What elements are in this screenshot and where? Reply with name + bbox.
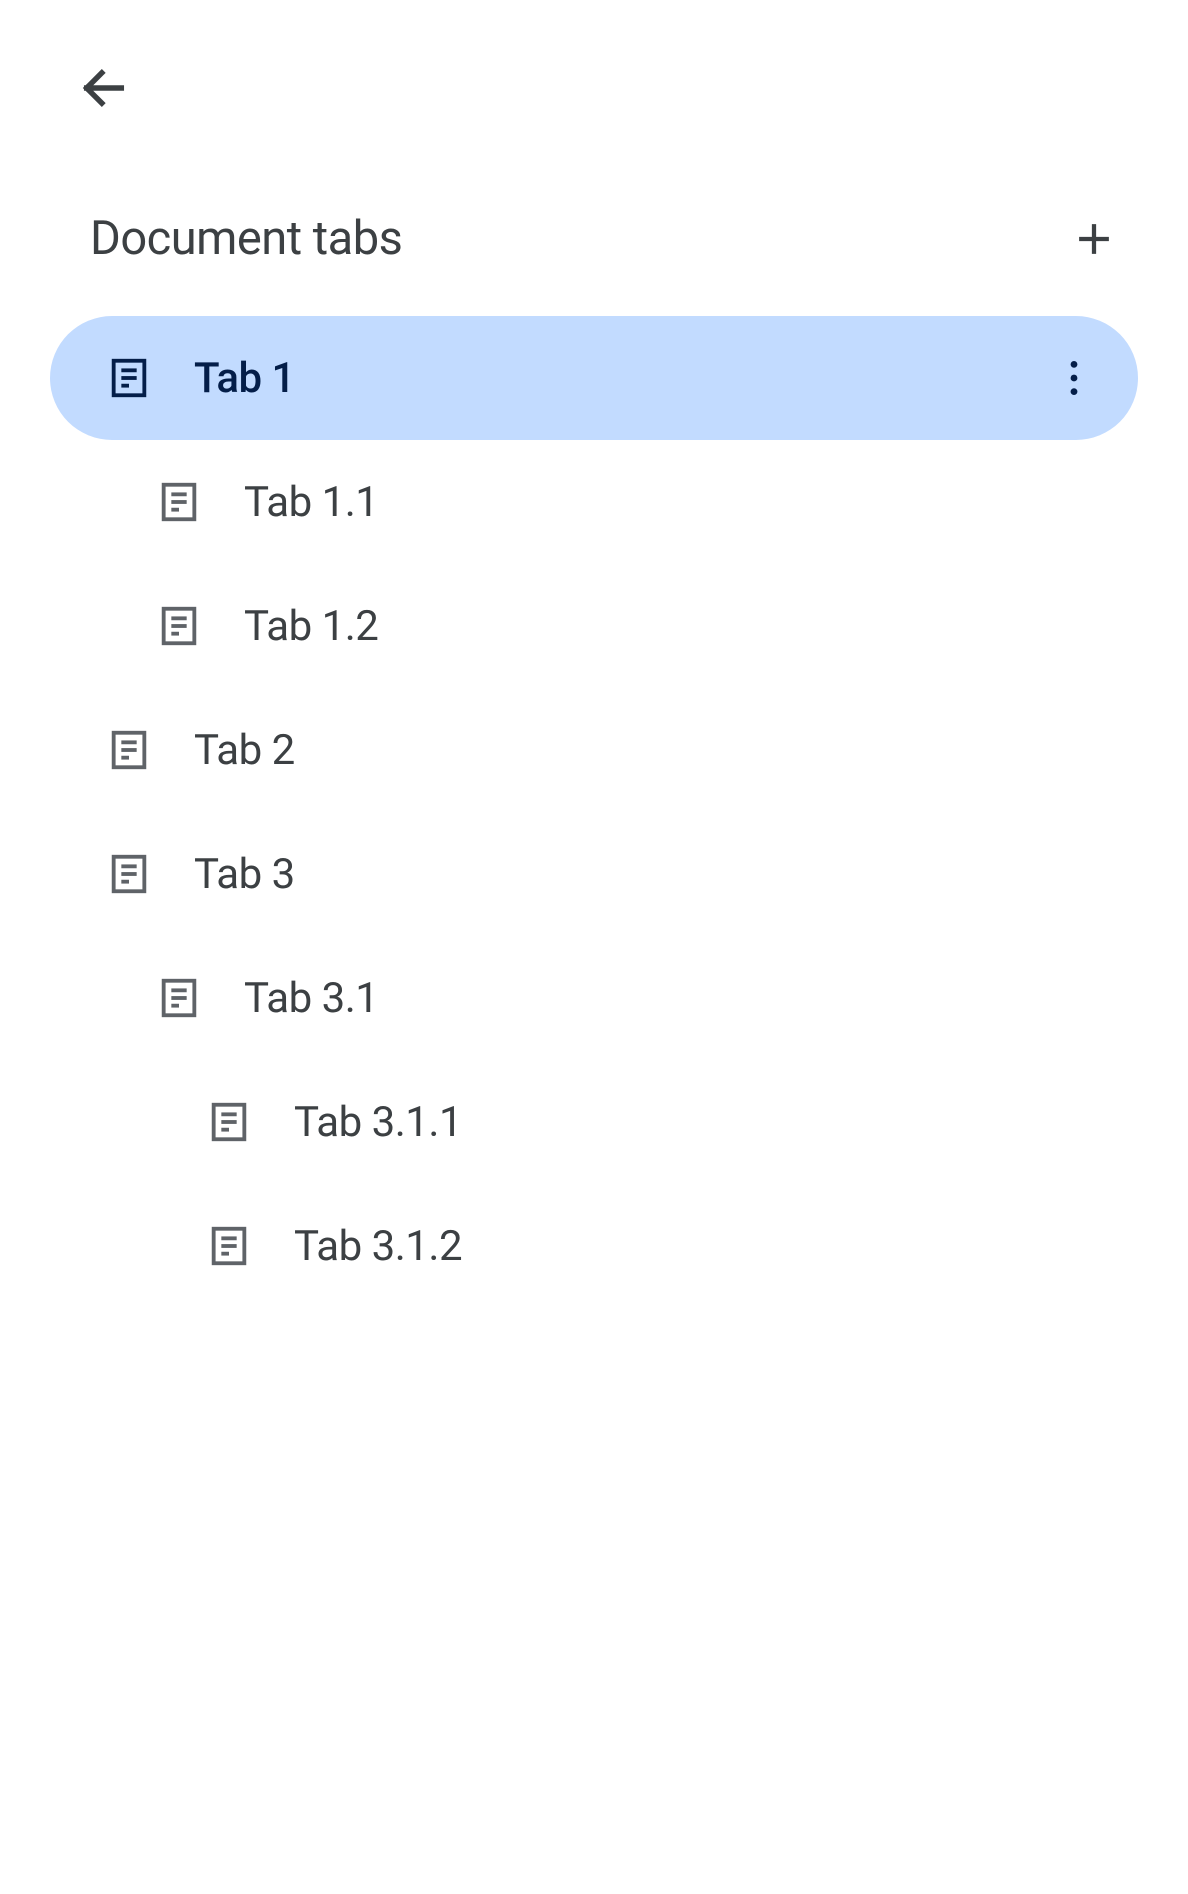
document-icon <box>156 603 202 649</box>
tabs-list: Tab 1 Tab 1.1 <box>50 316 1138 1308</box>
plus-icon <box>1077 222 1111 256</box>
back-button[interactable] <box>76 60 132 116</box>
tab-label: Tab 3 <box>194 850 295 899</box>
document-icon <box>156 479 202 525</box>
tab-item-tab-2[interactable]: Tab 2 <box>50 688 1138 812</box>
tab-item-tab-3[interactable]: Tab 3 <box>50 812 1138 936</box>
tab-label: Tab 1 <box>194 354 295 403</box>
panel-title: Document tabs <box>90 211 402 266</box>
tab-item-tab-1-1[interactable]: Tab 1.1 <box>50 440 1138 564</box>
tab-item-tab-3-1-1[interactable]: Tab 3.1.1 <box>50 1060 1138 1184</box>
tab-item-tab-1[interactable]: Tab 1 <box>50 316 1138 440</box>
add-tab-button[interactable] <box>1070 215 1118 263</box>
document-icon <box>106 851 152 897</box>
document-icon <box>106 355 152 401</box>
tab-label: Tab 3.1.2 <box>294 1222 462 1271</box>
tab-label: Tab 3.1 <box>244 974 378 1023</box>
more-vertical-icon <box>1070 361 1078 395</box>
tab-label: Tab 1.1 <box>244 478 378 527</box>
tab-item-tab-1-2[interactable]: Tab 1.2 <box>50 564 1138 688</box>
more-options-button[interactable] <box>1050 354 1098 402</box>
tab-item-tab-3-1-2[interactable]: Tab 3.1.2 <box>50 1184 1138 1308</box>
arrow-left-icon <box>78 62 130 114</box>
tab-label: Tab 1.2 <box>244 602 378 651</box>
document-icon <box>106 727 152 773</box>
document-icon <box>206 1099 252 1145</box>
document-icon <box>206 1223 252 1269</box>
panel-header: Document tabs <box>50 211 1138 266</box>
tab-label: Tab 2 <box>194 726 295 775</box>
tab-label: Tab 3.1.1 <box>294 1098 462 1147</box>
document-icon <box>156 975 202 1021</box>
tab-item-tab-3-1[interactable]: Tab 3.1 <box>50 936 1138 1060</box>
